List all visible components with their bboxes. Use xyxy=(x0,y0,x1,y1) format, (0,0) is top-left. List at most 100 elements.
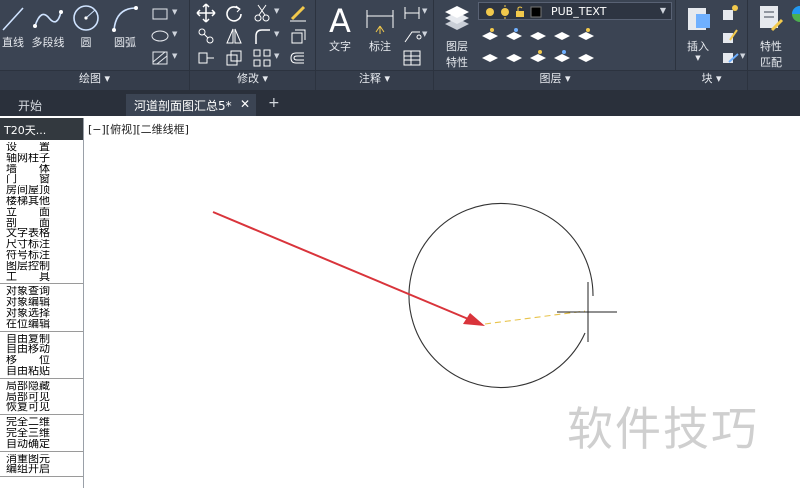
palette-item[interactable]: 楼梯其他 xyxy=(6,196,83,207)
create-block-icon[interactable] xyxy=(720,3,740,23)
palette-item[interactable]: 立 面 xyxy=(6,207,83,218)
hatch-dropdown-icon[interactable]: ▼ xyxy=(172,52,177,60)
insert-block-icon xyxy=(688,8,710,30)
ellipse-icon[interactable] xyxy=(150,26,170,46)
palette-item[interactable]: 自由粘贴 xyxy=(6,366,83,377)
polyline-button[interactable]: 多段线 xyxy=(28,4,68,50)
red-arrow-head-icon xyxy=(463,313,485,326)
drawn-circle[interactable] xyxy=(408,202,594,388)
rotate-icon[interactable] xyxy=(224,3,244,23)
table-icon[interactable] xyxy=(402,48,422,68)
annotation-panel-title[interactable]: 注释 ▾ xyxy=(316,70,433,86)
palette-item[interactable]: 墙 体 xyxy=(6,164,83,175)
palette-item[interactable]: 局部可见 xyxy=(6,392,83,403)
layer-state-icons xyxy=(486,5,542,19)
draw-panel-title[interactable]: 绘图 ▾ xyxy=(0,70,189,86)
trim-icon[interactable] xyxy=(252,3,272,23)
dimension-icon xyxy=(366,10,394,34)
palette-item[interactable]: 符号标注 xyxy=(6,250,83,261)
block-panel: 插入 ▼ ▼ 块 ▾ xyxy=(676,0,748,90)
insert-dropdown-icon[interactable]: ▼ xyxy=(680,54,716,62)
palette-item[interactable]: 完全三维 xyxy=(6,428,83,439)
scale-icon[interactable] xyxy=(224,48,244,68)
drawing-canvas[interactable]: [−][俯视][二维线框] 软件技巧 xyxy=(85,118,800,488)
circle-button[interactable]: 圆 xyxy=(70,4,102,50)
palette-item[interactable]: 移 位 xyxy=(6,355,83,366)
palette-item[interactable]: 尺寸标注 xyxy=(6,239,83,250)
leader-dropdown-icon[interactable]: ▼ xyxy=(422,30,427,38)
edit-block-icon[interactable] xyxy=(720,26,740,46)
text-button[interactable]: A 文字 xyxy=(322,2,358,54)
palette-item[interactable]: 对象查询 xyxy=(6,286,83,297)
palette-item[interactable]: 恢复可见 xyxy=(6,402,83,413)
svg-text:A: A xyxy=(329,2,351,36)
layer-dropdown[interactable]: PUB_TEXT ▼ xyxy=(478,2,672,20)
stretch-icon[interactable] xyxy=(196,48,216,68)
tab-start[interactable]: 开始 xyxy=(10,94,50,116)
color-wheel-icon[interactable] xyxy=(790,4,800,24)
move-icon[interactable] xyxy=(196,3,216,23)
palette-item[interactable]: 文字表格 xyxy=(6,228,83,239)
layers-panel-title[interactable]: 图层 ▾ xyxy=(434,70,676,86)
insert-label: 插入 xyxy=(687,40,709,53)
attribute-icon[interactable] xyxy=(720,48,740,68)
palette-item[interactable]: 在位编辑 xyxy=(6,319,83,330)
match-properties-label-1: 特性 xyxy=(760,40,782,53)
palette-item[interactable]: 完全二维 xyxy=(6,417,83,428)
palette-group: 消重图元 编组开启 xyxy=(0,452,83,478)
leader-icon[interactable] xyxy=(402,26,422,46)
line-button[interactable]: 直线 xyxy=(0,4,26,50)
palette-item[interactable]: 局部隐藏 xyxy=(6,381,83,392)
close-tab-icon[interactable]: ✕ xyxy=(240,97,250,111)
palette-item[interactable]: 自由移动 xyxy=(6,344,83,355)
rectangle-dropdown-icon[interactable]: ▼ xyxy=(172,8,177,16)
layer-properties-button[interactable]: 图层 特性 xyxy=(440,2,474,70)
new-tab-button[interactable]: + xyxy=(260,94,288,116)
ellipse-dropdown-icon[interactable]: ▼ xyxy=(172,30,177,38)
linear-dim-dropdown-icon[interactable]: ▼ xyxy=(422,7,427,15)
insert-button[interactable]: 插入 ▼ xyxy=(680,2,716,62)
block-panel-title[interactable]: 块 ▾ xyxy=(676,70,747,86)
linear-dim-icon[interactable] xyxy=(402,3,422,23)
match-properties-button[interactable]: 特性 匹配 xyxy=(754,2,788,70)
palette-item[interactable]: 自动确定 xyxy=(6,439,83,450)
layer-tools-icons[interactable] xyxy=(478,24,672,68)
tab-drawing[interactable]: 河道剖面图汇总5* ✕ xyxy=(126,94,256,116)
attribute-dropdown-icon[interactable]: ▼ xyxy=(740,52,745,60)
dimension-button[interactable]: 标注 xyxy=(362,2,398,54)
offset-icon[interactable] xyxy=(288,48,308,68)
hatch-icon[interactable] xyxy=(150,48,170,68)
array-icon[interactable] xyxy=(252,48,272,68)
palette-item[interactable]: 设 置 xyxy=(6,142,83,153)
palette-item[interactable]: 对象选择 xyxy=(6,308,83,319)
modify-panel: ▼ ▼ ▼ 修改 ▾ xyxy=(190,0,316,90)
rectangle-icon[interactable] xyxy=(150,4,170,24)
copy-icon[interactable] xyxy=(196,26,216,46)
circle-label: 圆 xyxy=(80,36,92,49)
palette-item[interactable]: 图层控制 xyxy=(6,261,83,272)
palette-item[interactable]: 剖 面 xyxy=(6,218,83,229)
trim-dropdown-icon[interactable]: ▼ xyxy=(274,7,279,15)
palette-item[interactable]: 工 具 xyxy=(6,272,83,283)
palette-item[interactable]: 自由复制 xyxy=(6,334,83,345)
mirror-icon[interactable] xyxy=(224,26,244,46)
palette-item[interactable]: 消重图元 xyxy=(6,454,83,465)
watermark: 软件技巧 xyxy=(567,402,759,456)
palette-item[interactable]: 轴网柱子 xyxy=(6,153,83,164)
explode-icon[interactable] xyxy=(288,26,308,46)
rubber-band-line xyxy=(484,310,586,325)
palette-title[interactable]: T20天... xyxy=(0,118,83,140)
layer-dropdown-arrow-icon[interactable]: ▼ xyxy=(660,6,666,15)
palette-item[interactable]: 房间屋顶 xyxy=(6,185,83,196)
palette-item[interactable]: 对象编辑 xyxy=(6,297,83,308)
palette-item[interactable]: 门 窗 xyxy=(6,174,83,185)
arc-button[interactable]: 圆弧 xyxy=(108,4,142,50)
fillet-icon[interactable] xyxy=(252,26,272,46)
palette-item[interactable]: 编组开启 xyxy=(6,464,83,475)
draw-panel: 直线 多段线 圆 圆弧 ▼ ▼ ▼ 绘图 ▾ xyxy=(0,0,190,90)
fillet-dropdown-icon[interactable]: ▼ xyxy=(274,30,279,38)
modify-panel-title[interactable]: 修改 ▾ xyxy=(190,70,315,86)
erase-icon[interactable] xyxy=(288,3,308,23)
palette-group: 完全二维 完全三维 自动确定 xyxy=(0,415,83,452)
array-dropdown-icon[interactable]: ▼ xyxy=(274,52,279,60)
